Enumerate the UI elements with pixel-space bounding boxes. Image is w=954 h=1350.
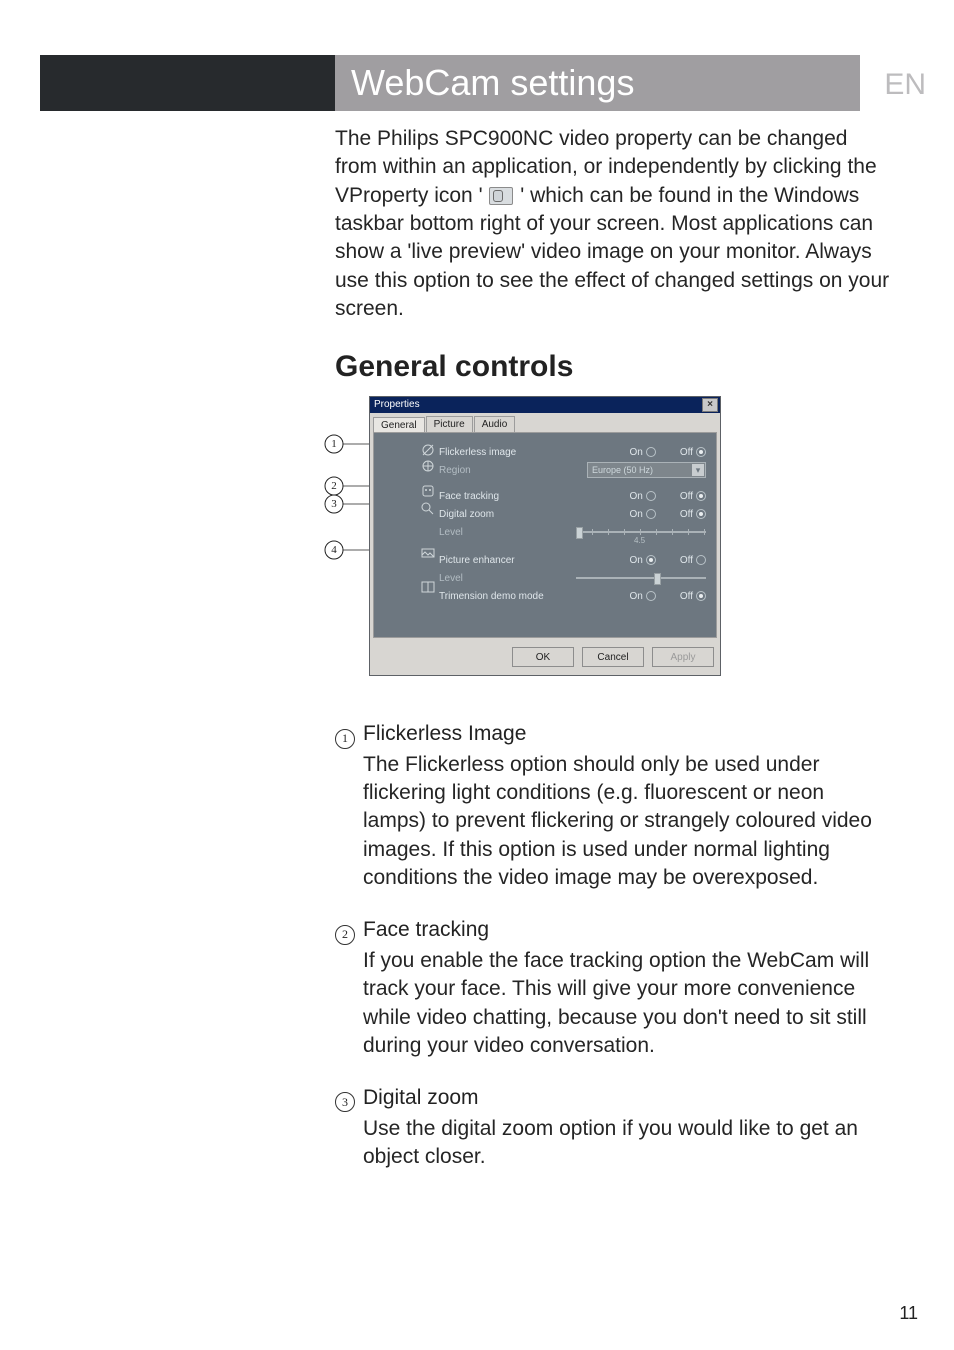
item-digital-zoom: 3 Digital zoom Use the digital zoom opti… bbox=[335, 1084, 890, 1171]
svg-text:4: 4 bbox=[331, 544, 337, 556]
region-dropdown[interactable]: Europe (50 Hz) ▾ bbox=[587, 462, 706, 478]
item-title: Flickerless Image bbox=[363, 720, 890, 748]
header-dark-block bbox=[40, 55, 335, 111]
chapter-header: WebCam settings bbox=[40, 55, 860, 111]
dialog-pane: Flickerless image On Off Region Europe (… bbox=[373, 432, 717, 638]
label-digital-zoom: Digital zoom bbox=[439, 508, 554, 522]
trim-off[interactable]: Off bbox=[680, 590, 706, 604]
row-flickerless: Flickerless image On Off bbox=[439, 443, 706, 461]
callout-overlay: 1 2 3 4 bbox=[323, 415, 369, 645]
item-text: Use the digital zoom option if you would… bbox=[363, 1115, 890, 1172]
row-face-tracking: Face tracking On Off bbox=[439, 487, 706, 505]
facetrack-on[interactable]: On bbox=[630, 490, 656, 504]
label-trimension: Trimension demo mode bbox=[439, 590, 554, 604]
dzoom-off[interactable]: Off bbox=[680, 508, 706, 522]
row-dzoom-level: Level 4. bbox=[439, 523, 706, 541]
badge-3: 3 bbox=[335, 1092, 355, 1112]
penh-level-slider[interactable] bbox=[576, 572, 706, 584]
split-view-icon bbox=[420, 580, 436, 594]
label-penh-level: Level bbox=[439, 572, 554, 586]
magnifier-icon bbox=[420, 501, 436, 515]
row-region: Region Europe (50 Hz) ▾ bbox=[439, 461, 706, 479]
dzoom-level-slider[interactable]: 4.5 bbox=[576, 526, 706, 538]
properties-dialog: Properties × General Picture Audio bbox=[369, 396, 721, 677]
penh-off[interactable]: Off bbox=[680, 554, 706, 568]
item-face-tracking: 2 Face tracking If you enable the face t… bbox=[335, 916, 890, 1060]
row-penh-level: Level bbox=[439, 569, 706, 587]
badge-2: 2 bbox=[335, 925, 355, 945]
region-value: Europe (50 Hz) bbox=[592, 464, 653, 476]
face-icon bbox=[420, 484, 436, 498]
item-title: Face tracking bbox=[363, 916, 890, 944]
label-dzoom-level: Level bbox=[439, 526, 554, 540]
cancel-button[interactable]: Cancel bbox=[582, 647, 644, 667]
item-text: If you enable the face tracking option t… bbox=[363, 947, 890, 1060]
dialog-titlebar: Properties × bbox=[370, 397, 720, 413]
intro-paragraph: The Philips SPC900NC video property can … bbox=[335, 125, 890, 323]
dialog-tabs: General Picture Audio bbox=[370, 413, 720, 433]
no-flicker-icon bbox=[420, 443, 436, 457]
item-title: Digital zoom bbox=[363, 1084, 890, 1112]
svg-text:1: 1 bbox=[331, 438, 337, 450]
svg-text:2: 2 bbox=[331, 480, 337, 492]
flickerless-on[interactable]: On bbox=[630, 446, 656, 460]
label-picture-enhancer: Picture enhancer bbox=[439, 554, 554, 568]
chapter-title: WebCam settings bbox=[335, 55, 860, 111]
section-heading-general-controls: General controls bbox=[335, 347, 890, 388]
numbered-list: 1 Flickerless Image The Flickerless opti… bbox=[335, 720, 890, 1171]
facetrack-off[interactable]: Off bbox=[680, 490, 706, 504]
apply-button[interactable]: Apply bbox=[652, 647, 714, 667]
tab-general[interactable]: General bbox=[373, 417, 425, 434]
close-icon[interactable]: × bbox=[702, 398, 718, 412]
tab-audio[interactable]: Audio bbox=[474, 416, 516, 433]
page-number: 11 bbox=[899, 1303, 918, 1324]
item-text: The Flickerless option should only be us… bbox=[363, 751, 890, 893]
picture-icon bbox=[420, 546, 436, 560]
chevron-down-icon: ▾ bbox=[692, 464, 704, 476]
penh-on[interactable]: On bbox=[630, 554, 656, 568]
label-flickerless: Flickerless image bbox=[439, 446, 554, 460]
label-region: Region bbox=[439, 464, 554, 478]
tab-picture[interactable]: Picture bbox=[426, 416, 473, 433]
svg-text:3: 3 bbox=[331, 498, 337, 510]
dzoom-on[interactable]: On bbox=[630, 508, 656, 522]
globe-icon bbox=[420, 459, 436, 473]
language-tag: EN bbox=[884, 68, 926, 102]
dialog-title: Properties bbox=[374, 398, 420, 412]
badge-1: 1 bbox=[335, 729, 355, 749]
ok-button[interactable]: OK bbox=[512, 647, 574, 667]
item-flickerless: 1 Flickerless Image The Flickerless opti… bbox=[335, 720, 890, 892]
label-face-tracking: Face tracking bbox=[439, 490, 554, 504]
trim-on[interactable]: On bbox=[630, 590, 656, 604]
row-digital-zoom: Digital zoom On Off bbox=[439, 505, 706, 523]
dialog-buttons: OK Cancel Apply bbox=[370, 641, 720, 675]
row-trimension: Trimension demo mode On Off bbox=[439, 587, 706, 605]
row-picture-enhancer: Picture enhancer On Off bbox=[439, 551, 706, 569]
flickerless-off[interactable]: Off bbox=[680, 446, 706, 460]
vproperty-icon bbox=[489, 187, 513, 205]
